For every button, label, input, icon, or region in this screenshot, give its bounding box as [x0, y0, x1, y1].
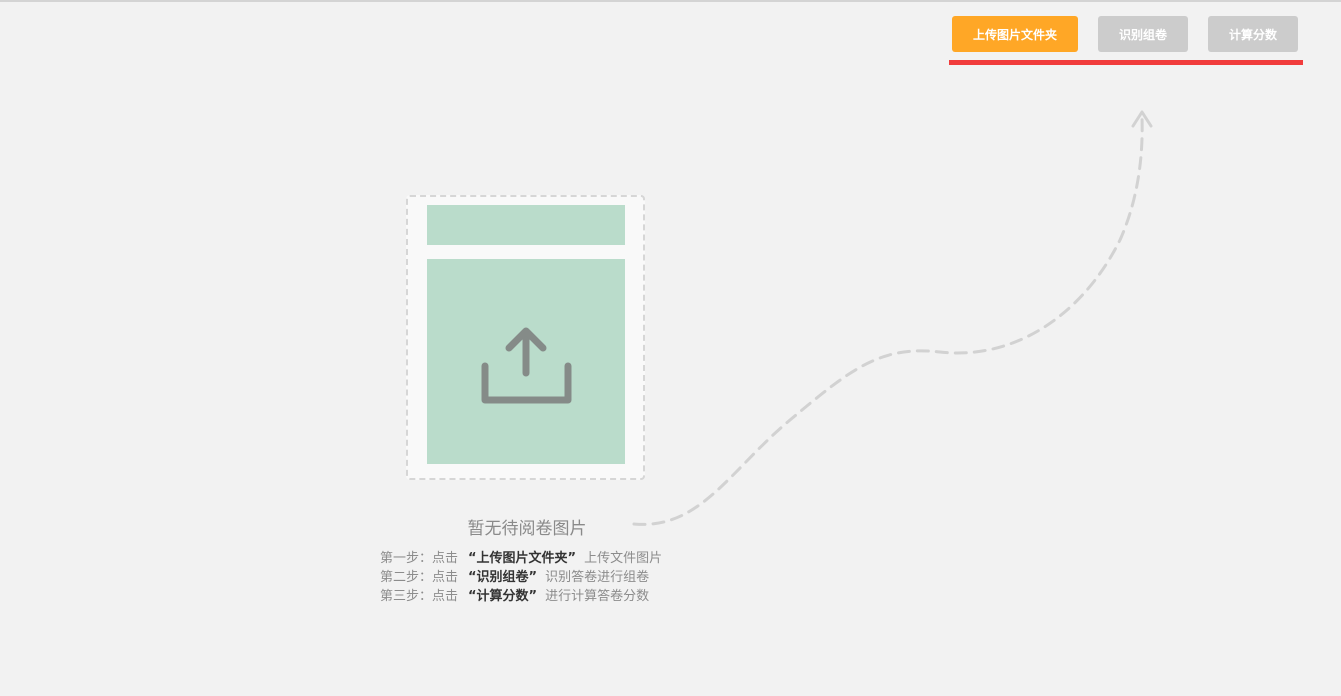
step-1-action: “上传图片文件夹”: [468, 551, 577, 566]
upload-icon: [481, 327, 572, 404]
steps-instructions: 第一步：点击 “上传图片文件夹” 上传文件图片 第二步：点击 “识别组卷” 识别答卷进行…: [380, 549, 662, 606]
illustration-header-block: [427, 205, 625, 245]
step-2-prefix: 第二步：点击: [380, 570, 459, 585]
empty-state-title: 暂无待阅卷图片: [467, 519, 587, 539]
step-1-suffix: 上传文件图片: [584, 551, 663, 566]
step-2-suffix: 识别答卷进行组卷: [545, 570, 650, 585]
step-3-prefix: 第三步：点击: [380, 589, 459, 604]
step-2-action: “识别组卷”: [468, 570, 538, 585]
step-1: 第一步：点击 “上传图片文件夹” 上传文件图片: [380, 549, 662, 568]
step-3-action: “计算分数”: [468, 589, 538, 604]
guide-arrow-curve: [632, 110, 1153, 526]
step-3: 第三步：点击 “计算分数” 进行计算答卷分数: [380, 587, 662, 606]
step-2: 第二步：点击 “识别组卷” 识别答卷进行组卷: [380, 568, 662, 587]
step-1-prefix: 第一步：点击: [380, 551, 459, 566]
step-3-suffix: 进行计算答卷分数: [545, 589, 650, 604]
